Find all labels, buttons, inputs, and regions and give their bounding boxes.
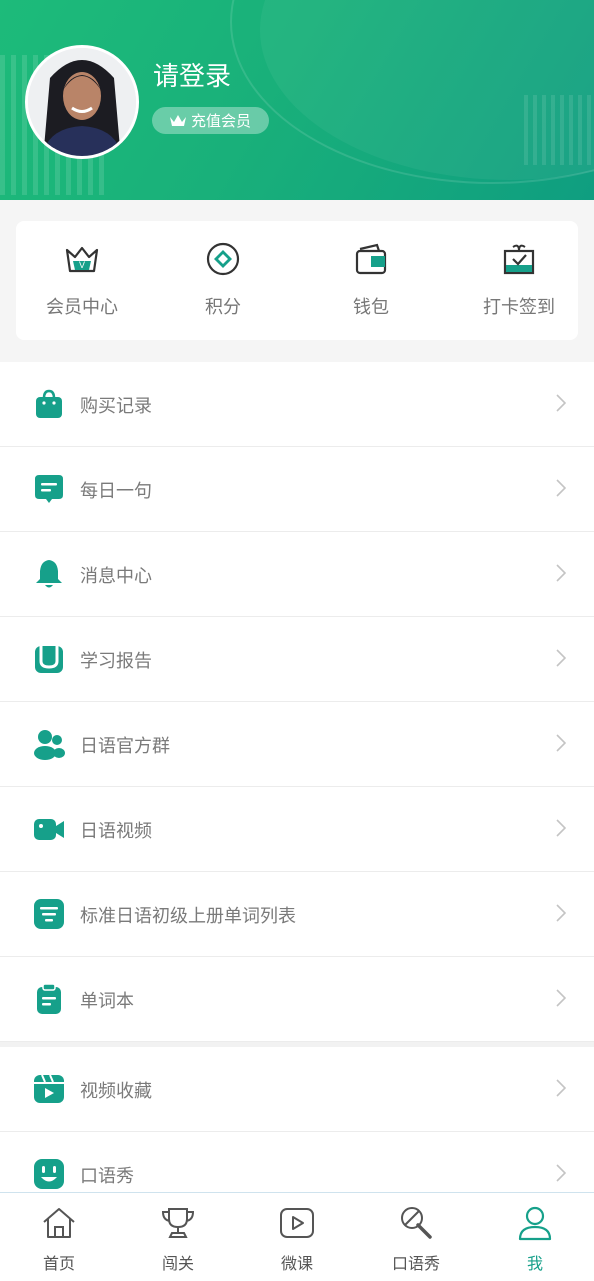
- play-icon: [280, 1208, 314, 1238]
- menu-item-label: 日语视频: [80, 821, 152, 842]
- menu-item-label: 日语官方群: [80, 736, 170, 757]
- recharge-vip-label: 充值会员: [191, 112, 252, 130]
- profile-header: 请登录 充值会员: [0, 0, 594, 200]
- checkin-gift-icon: [503, 244, 535, 275]
- group-icon: [34, 730, 65, 760]
- username[interactable]: 请登录: [153, 56, 231, 93]
- chevron-right-icon: [556, 394, 566, 412]
- menu-item-label: 口语秀: [80, 1166, 134, 1187]
- menu-item-label: 每日一句: [80, 481, 152, 502]
- chevron-right-icon: [556, 564, 566, 582]
- chevron-right-icon: [556, 1164, 566, 1182]
- menu-item-word-list[interactable]: 标准日语初级上册单词列表: [0, 872, 594, 957]
- video-camera-icon: [34, 819, 64, 840]
- video-favorite-icon: [34, 1074, 64, 1103]
- smile-icon: [34, 1159, 64, 1189]
- menu-item-label: 消息中心: [80, 566, 152, 587]
- menu-item-official-group[interactable]: 日语官方群: [0, 702, 594, 787]
- menu-item-study-report[interactable]: 学习报告: [0, 617, 594, 702]
- tab-me[interactable]: 我: [476, 1193, 594, 1281]
- tab-label: 闯关: [161, 1254, 194, 1273]
- menu-item-purchase-records[interactable]: 购买记录: [0, 362, 594, 447]
- report-icon: [35, 646, 63, 673]
- chevron-right-icon: [556, 904, 566, 922]
- crown-icon: [170, 114, 186, 126]
- menu-list: 购买记录 每日一句 消息中心 学习报告 日语官方群 日语视频 标准日语初级上册单…: [0, 362, 594, 1217]
- message-icon: [35, 475, 63, 503]
- shopping-bag-icon: [36, 389, 62, 418]
- tab-label: 微课: [280, 1254, 313, 1273]
- tab-micro-lesson[interactable]: 微课: [238, 1193, 356, 1281]
- menu-item-message-center[interactable]: 消息中心: [0, 532, 594, 617]
- vip-crown-icon: V: [65, 246, 99, 273]
- quick-action-wallet[interactable]: 钱包: [301, 221, 441, 340]
- list-icon: [34, 899, 64, 929]
- chevron-right-icon: [556, 819, 566, 837]
- quick-action-label: 会员中心: [46, 297, 118, 318]
- tab-home[interactable]: 首页: [0, 1193, 118, 1281]
- menu-item-label: 标准日语初级上册单词列表: [80, 906, 296, 927]
- chevron-right-icon: [556, 734, 566, 752]
- menu-item-label: 视频收藏: [80, 1081, 152, 1102]
- microphone-icon: [401, 1207, 432, 1239]
- quick-actions-card: V 会员中心 积分 钱包 打卡签到: [16, 221, 578, 340]
- recharge-vip-button[interactable]: 充值会员: [152, 107, 269, 134]
- quick-action-label: 积分: [205, 297, 241, 318]
- bottom-tab-bar: 首页 闯关 微课 口语秀 我: [0, 1192, 594, 1281]
- quick-action-label: 打卡签到: [483, 297, 555, 318]
- quick-action-checkin[interactable]: 打卡签到: [449, 221, 589, 340]
- quick-action-label: 钱包: [353, 297, 389, 318]
- quick-action-vip-center[interactable]: V 会员中心: [12, 221, 152, 340]
- avatar[interactable]: [25, 45, 139, 159]
- chevron-right-icon: [556, 479, 566, 497]
- menu-item-label: 单词本: [80, 991, 134, 1012]
- bell-icon: [36, 560, 62, 588]
- svg-text:V: V: [79, 260, 85, 270]
- tab-speaking-show[interactable]: 口语秀: [357, 1193, 475, 1281]
- tab-label: 口语秀: [391, 1254, 440, 1273]
- menu-item-video-favorites[interactable]: 视频收藏: [0, 1047, 594, 1132]
- trophy-icon: [161, 1208, 195, 1238]
- chevron-right-icon: [556, 649, 566, 667]
- wallet-icon: [355, 243, 387, 275]
- tab-label: 首页: [42, 1254, 75, 1273]
- points-icon: [206, 242, 240, 276]
- home-icon: [43, 1208, 75, 1238]
- tab-challenge[interactable]: 闯关: [119, 1193, 237, 1281]
- menu-item-label: 学习报告: [80, 651, 152, 672]
- menu-item-vocabulary-book[interactable]: 单词本: [0, 957, 594, 1042]
- user-icon: [518, 1206, 552, 1241]
- chevron-right-icon: [556, 989, 566, 1007]
- menu-item-daily-sentence[interactable]: 每日一句: [0, 447, 594, 532]
- header-decoration: [524, 95, 594, 165]
- clipboard-icon: [37, 983, 61, 1014]
- quick-action-points[interactable]: 积分: [153, 221, 293, 340]
- menu-item-japanese-video[interactable]: 日语视频: [0, 787, 594, 872]
- tab-label: 我: [526, 1254, 543, 1273]
- chevron-right-icon: [556, 1079, 566, 1097]
- menu-item-label: 购买记录: [80, 396, 152, 417]
